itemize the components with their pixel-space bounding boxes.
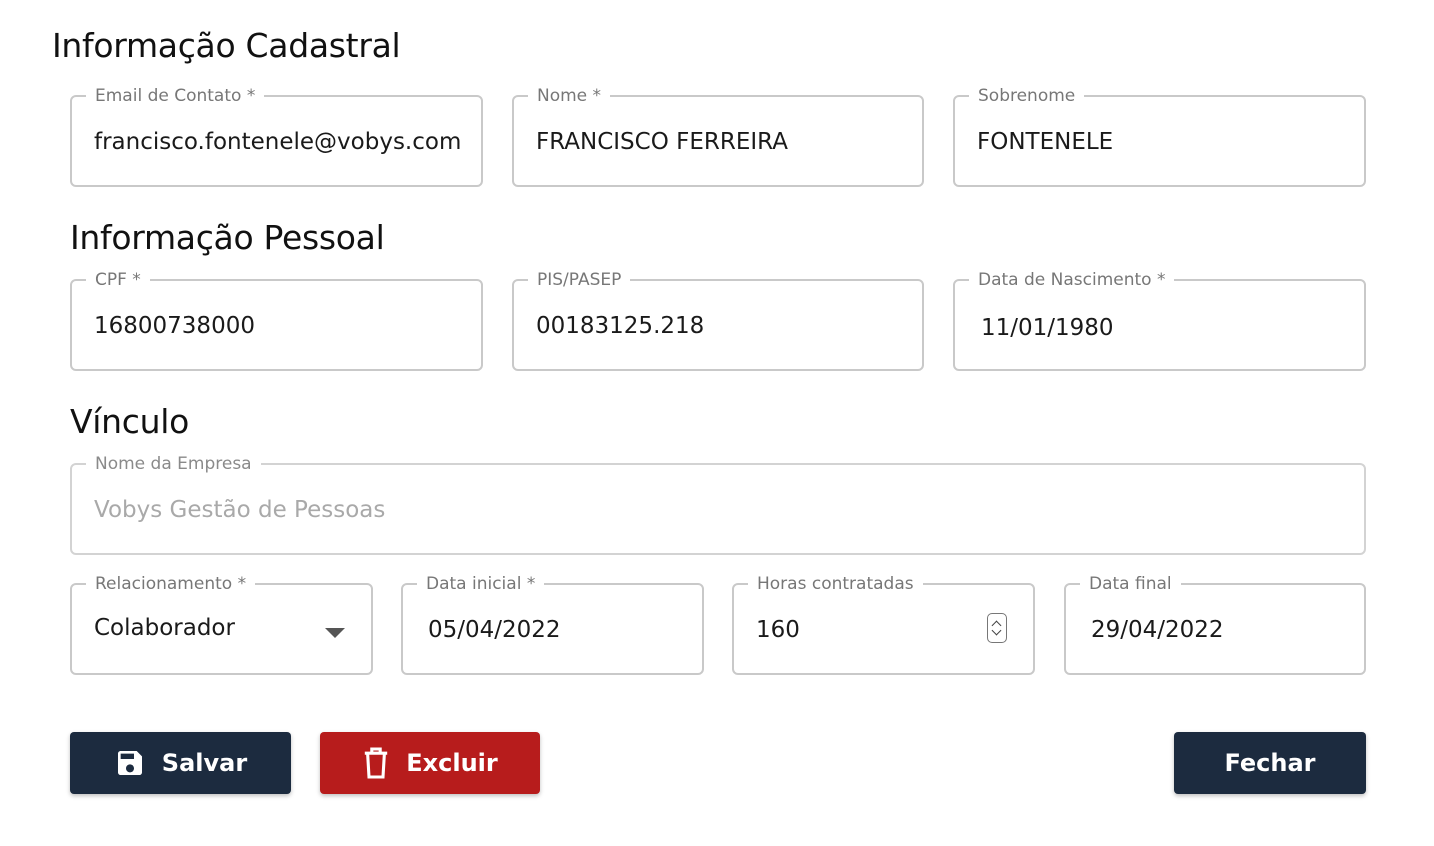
company-name-field-label: Nome da Empresa bbox=[86, 453, 261, 475]
trash-icon bbox=[362, 746, 390, 780]
contracted-hours-field-value[interactable]: 160 bbox=[756, 615, 800, 645]
end-date-field-label: Data final bbox=[1080, 573, 1181, 595]
cpf-field-label: CPF * bbox=[86, 269, 150, 291]
relationship-select[interactable]: Relacionamento * Colaborador bbox=[70, 573, 373, 675]
save-icon bbox=[114, 747, 146, 779]
start-date-field[interactable]: Data inicial * 05/04/2022 bbox=[401, 573, 704, 675]
birthdate-field-label: Data de Nascimento * bbox=[969, 269, 1175, 291]
close-button-label: Fechar bbox=[1224, 749, 1316, 777]
number-spinner-icon[interactable] bbox=[987, 613, 1007, 643]
save-button[interactable]: Salvar bbox=[70, 732, 291, 794]
spinner-down-icon[interactable] bbox=[991, 625, 1002, 636]
section-title-vinculo: Vínculo bbox=[70, 402, 189, 441]
close-button[interactable]: Fechar bbox=[1174, 732, 1366, 794]
nome-field-label: Nome * bbox=[528, 85, 611, 107]
contracted-hours-field-label: Horas contratadas bbox=[748, 573, 923, 595]
email-field[interactable]: Email de Contato * francisco.fontenele@v… bbox=[70, 85, 483, 187]
section-title-pessoal: Informação Pessoal bbox=[70, 218, 385, 257]
contracted-hours-field[interactable]: Horas contratadas 160 bbox=[732, 573, 1035, 675]
birthdate-field-value[interactable]: 11/01/1980 bbox=[981, 313, 1114, 343]
end-date-field-value[interactable]: 29/04/2022 bbox=[1091, 615, 1224, 645]
pis-field-value[interactable]: 00183125.218 bbox=[536, 311, 704, 341]
relationship-select-label: Relacionamento * bbox=[86, 573, 256, 595]
sobrenome-field-value[interactable]: FONTENELE bbox=[977, 127, 1113, 157]
start-date-field-value[interactable]: 05/04/2022 bbox=[428, 615, 561, 645]
nome-field-value[interactable]: FRANCISCO FERREIRA bbox=[536, 127, 788, 157]
save-button-label: Salvar bbox=[161, 749, 248, 777]
company-name-field-value: Vobys Gestão de Pessoas bbox=[94, 497, 386, 523]
sobrenome-field-label: Sobrenome bbox=[969, 85, 1085, 107]
section-title-cadastral: Informação Cadastral bbox=[52, 26, 401, 65]
pis-field[interactable]: PIS/PASEP 00183125.218 bbox=[512, 269, 924, 371]
end-date-field[interactable]: Data final 29/04/2022 bbox=[1064, 573, 1366, 675]
relationship-select-value[interactable]: Colaborador bbox=[94, 613, 235, 643]
cpf-field-value[interactable]: 16800738000 bbox=[94, 311, 255, 341]
pis-field-label: PIS/PASEP bbox=[528, 269, 631, 291]
email-field-label: Email de Contato * bbox=[86, 85, 265, 107]
birthdate-field[interactable]: Data de Nascimento * 11/01/1980 bbox=[953, 269, 1366, 371]
chevron-down-icon[interactable] bbox=[325, 628, 345, 638]
sobrenome-field[interactable]: Sobrenome FONTENELE bbox=[953, 85, 1366, 187]
nome-field[interactable]: Nome * FRANCISCO FERREIRA bbox=[512, 85, 924, 187]
email-field-value[interactable]: francisco.fontenele@vobys.com.b bbox=[94, 127, 461, 157]
delete-button[interactable]: Excluir bbox=[320, 732, 540, 794]
start-date-field-label: Data inicial * bbox=[417, 573, 545, 595]
cpf-field[interactable]: CPF * 16800738000 bbox=[70, 269, 483, 371]
company-name-field: Nome da Empresa Vobys Gestão de Pessoas bbox=[70, 453, 1366, 555]
delete-button-label: Excluir bbox=[406, 749, 498, 777]
